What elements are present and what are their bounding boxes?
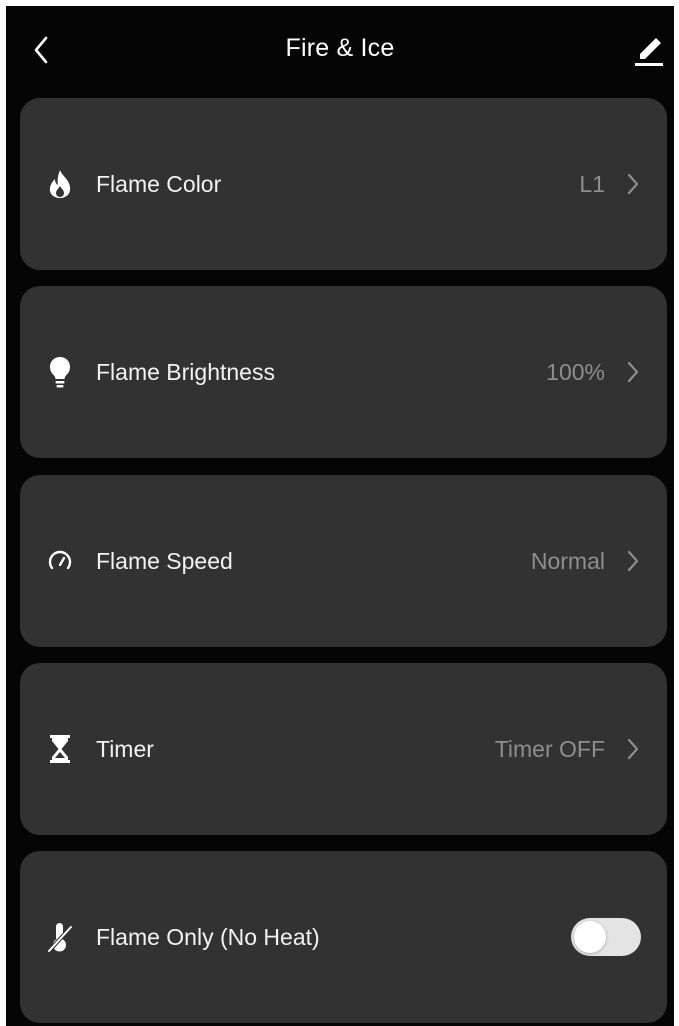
flame-only-toggle[interactable] xyxy=(571,918,641,956)
flame-icon xyxy=(46,168,74,200)
thermometer-off-icon xyxy=(46,921,74,953)
hourglass-icon xyxy=(46,733,74,765)
flame-color-label: Flame Color xyxy=(96,170,222,197)
flame-brightness-row[interactable]: Flame Brightness 100% xyxy=(20,286,667,458)
header-bar: Fire & Ice xyxy=(6,6,674,94)
timer-value: Timer OFF xyxy=(494,735,605,762)
page-title: Fire & Ice xyxy=(285,34,395,62)
app-screen: Fire & Ice Flame Color L1 Flame Brightne… xyxy=(6,6,674,1026)
timer-row[interactable]: Timer Timer OFF xyxy=(20,663,667,835)
flame-speed-label: Flame Speed xyxy=(96,547,233,574)
toggle-knob xyxy=(574,921,606,953)
timer-label: Timer xyxy=(96,735,154,762)
speedometer-icon xyxy=(46,545,74,577)
flame-speed-value: Normal xyxy=(530,547,605,574)
chevron-right-icon xyxy=(625,172,641,196)
flame-brightness-label: Flame Brightness xyxy=(96,358,275,385)
flame-color-row[interactable]: Flame Color L1 xyxy=(20,98,667,270)
chevron-right-icon xyxy=(625,549,641,573)
pencil-icon xyxy=(635,38,663,66)
flame-speed-row[interactable]: Flame Speed Normal xyxy=(20,475,667,647)
flame-only-label: Flame Only (No Heat) xyxy=(96,923,320,950)
flame-color-value: L1 xyxy=(579,170,605,197)
lightbulb-icon xyxy=(46,356,74,388)
edit-button[interactable] xyxy=(632,32,666,70)
flame-brightness-value: 100% xyxy=(546,358,605,385)
chevron-right-icon xyxy=(625,360,641,384)
chevron-right-icon xyxy=(625,737,641,761)
flame-only-row: Flame Only (No Heat) xyxy=(20,851,667,1023)
